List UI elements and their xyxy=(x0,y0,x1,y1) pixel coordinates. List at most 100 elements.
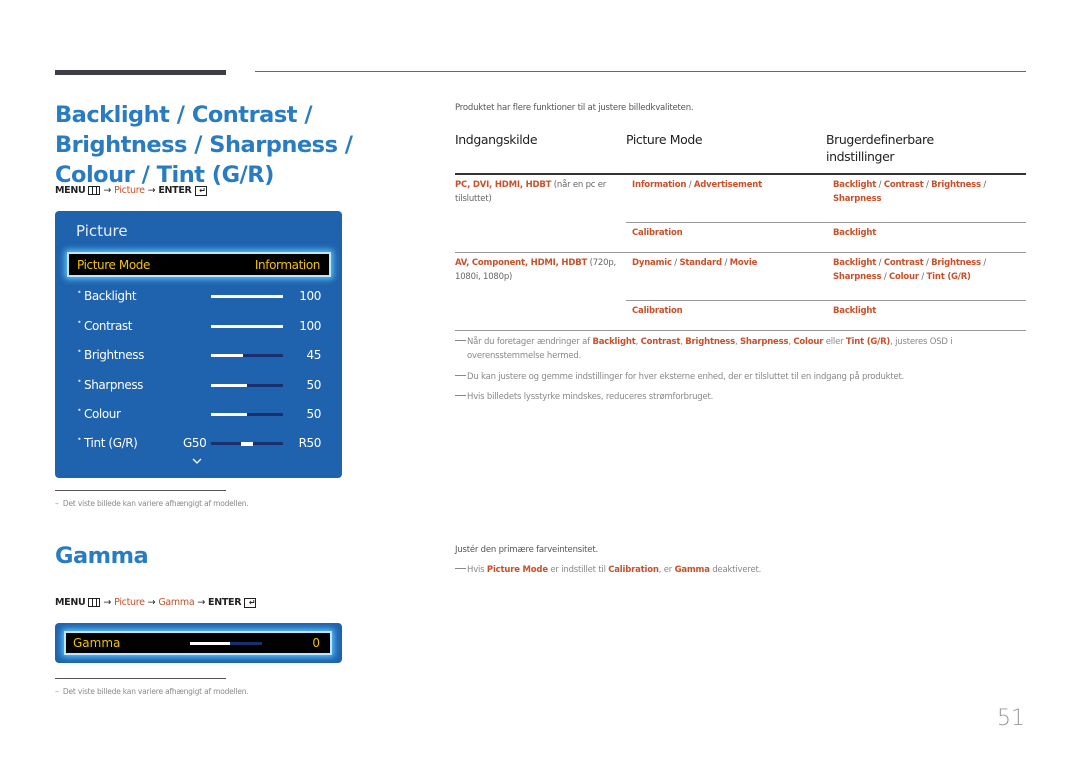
setting: Brightness xyxy=(931,180,981,190)
table-cell-source: PC, DVI, HDMI, HDBT (når en pc er tilslu… xyxy=(455,178,615,206)
osd-row-colour[interactable]: • Colour 50 xyxy=(55,405,342,425)
slider-knob[interactable] xyxy=(241,441,253,446)
osd-row-brightness[interactable]: • Brightness 45 xyxy=(55,346,342,366)
gamma-description: Justér den primære farveintensitet. xyxy=(455,545,598,555)
table-cell-source: AV, Component, HDMI, HDBT (720p, 1080i, … xyxy=(455,256,620,284)
dash xyxy=(455,395,466,396)
menu-label: MENU xyxy=(55,597,86,608)
column-header-settings: Brugerdefinerbare indstillinger xyxy=(826,132,934,164)
enter-icon: ↵ xyxy=(244,597,257,608)
note-text: eller xyxy=(823,337,846,347)
term: Gamma xyxy=(674,565,710,575)
footnote-rule xyxy=(55,490,226,491)
picture-link[interactable]: Picture xyxy=(114,597,145,608)
slider-fill xyxy=(190,642,230,645)
picture-osd-panel: Picture Picture Mode Information • Backl… xyxy=(55,211,342,478)
arrow: → xyxy=(147,185,156,196)
footnote-text: Det viste billede kan variere afhængigt … xyxy=(62,687,249,696)
row-label: Colour xyxy=(84,407,121,421)
colour-slider[interactable] xyxy=(211,413,283,416)
dash xyxy=(455,340,466,341)
setting: Sharpness xyxy=(833,194,882,204)
page-number: 51 xyxy=(997,706,1025,731)
sharpness-slider[interactable] xyxy=(211,384,283,387)
term: Sharpness xyxy=(740,337,789,347)
menu-path-gamma: MENU → Picture → Gamma → ENTER ↵ xyxy=(55,597,257,608)
menu-icon xyxy=(88,598,101,607)
chevron-down-icon[interactable] xyxy=(192,456,202,466)
tint-slider[interactable] xyxy=(211,441,283,446)
mode-movie: Movie xyxy=(729,258,758,268)
row-value: 50 xyxy=(306,378,322,392)
setting: Sharpness xyxy=(833,272,882,282)
term: Picture Mode xyxy=(486,565,548,575)
footnote-text: Det viste billede kan variere afhængigt … xyxy=(62,499,249,508)
tint-green-value: G50 xyxy=(183,436,207,450)
table-rule xyxy=(455,252,1026,253)
osd-row-sharpness[interactable]: • Sharpness 50 xyxy=(55,376,342,396)
osd-title: Picture xyxy=(76,222,128,240)
menu-path-picture: MENU → Picture → ENTER ↵ xyxy=(55,185,207,196)
table-cell-calibration: Calibration xyxy=(632,304,683,318)
section-title-gamma: Gamma xyxy=(55,543,149,569)
header-rule-thin xyxy=(255,71,1026,72)
table-cell-calibration: Calibration xyxy=(632,226,683,240)
source-names: AV, Component, HDMI, HDBT xyxy=(455,258,588,268)
gamma-note: Hvis Picture Mode er indstillet til Cali… xyxy=(455,563,1015,577)
section-title-backlight: Backlight / Contrast / Brightness / Shar… xyxy=(55,102,353,188)
bullet-icon: • xyxy=(77,377,82,386)
slider-fill xyxy=(211,384,247,387)
mode-calibration: Calibration xyxy=(632,228,683,238)
dash: – xyxy=(55,499,63,508)
menu-icon xyxy=(88,186,101,195)
row-value: 45 xyxy=(306,348,322,362)
backlight-slider[interactable] xyxy=(211,295,283,298)
term: Brightness xyxy=(685,337,735,347)
note-text: overensstemmelse hermed. xyxy=(467,351,582,361)
header-rule-thick xyxy=(55,70,226,75)
mode-information: Information xyxy=(632,180,687,190)
picture-mode-item[interactable]: Picture Mode Information xyxy=(67,252,331,277)
setting: Backlight xyxy=(833,180,877,190)
arrow: → xyxy=(197,597,206,608)
menu-label: MENU xyxy=(55,185,86,196)
column-header-source: Indgangskilde xyxy=(455,132,538,147)
dash xyxy=(455,568,466,569)
note-text: Hvis xyxy=(467,565,487,575)
enter-label: ENTER xyxy=(208,597,242,608)
gamma-slider[interactable] xyxy=(190,642,262,645)
bullet-icon: • xyxy=(77,406,82,415)
term: Tint (G/R) xyxy=(845,337,891,347)
bullet-icon: • xyxy=(77,288,82,297)
picture-mode-value: Information xyxy=(254,257,320,272)
osd-row-backlight[interactable]: • Backlight 100 xyxy=(55,287,342,307)
setting: Tint (G/R) xyxy=(926,272,971,282)
term: Backlight xyxy=(592,337,636,347)
note-text: , er xyxy=(658,565,675,575)
mode-advertisement: Advertisement xyxy=(693,180,762,190)
table-rule xyxy=(626,300,1026,301)
contrast-slider[interactable] xyxy=(211,325,283,328)
gamma-link[interactable]: Gamma xyxy=(158,597,194,608)
row-label: Sharpness xyxy=(84,378,144,392)
note-text: deaktiveret. xyxy=(709,565,762,575)
enter-label: ENTER xyxy=(158,185,192,196)
row-value: 100 xyxy=(299,319,321,333)
gamma-osd-panel: Gamma 0 xyxy=(55,623,342,663)
table-header-rule xyxy=(455,173,1026,175)
osd-row-contrast[interactable]: • Contrast 100 xyxy=(55,317,342,337)
arrow: → xyxy=(103,185,112,196)
row-label: Backlight xyxy=(84,289,137,303)
note-text: Når du foretager ændringer af xyxy=(467,337,593,347)
row-label: Tint (G/R) xyxy=(84,436,138,450)
table-rule xyxy=(626,222,1026,223)
note-text: er indstillet til xyxy=(547,565,609,575)
column-header-picture-mode: Picture Mode xyxy=(626,132,703,147)
gamma-item[interactable]: Gamma 0 xyxy=(64,631,332,655)
slider-fill xyxy=(211,295,283,298)
gamma-label: Gamma xyxy=(73,636,121,650)
brightness-slider[interactable] xyxy=(211,354,283,357)
mode-dynamic: Dynamic xyxy=(632,258,672,268)
picture-link[interactable]: Picture xyxy=(114,185,145,196)
osd-row-tint[interactable]: • Tint (G/R) G50 R50 xyxy=(55,434,342,454)
